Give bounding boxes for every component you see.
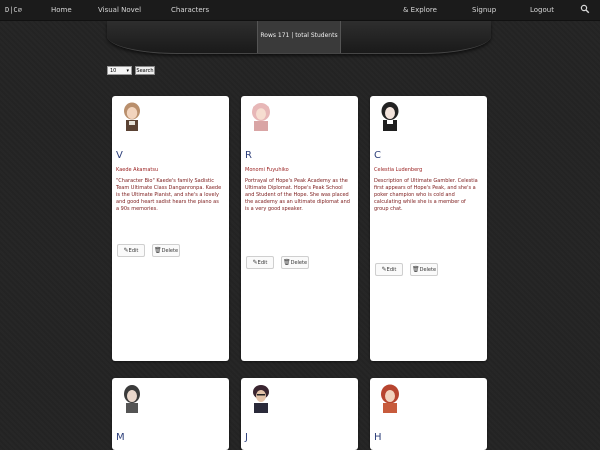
character-initial: R — [245, 150, 252, 161]
character-avatar — [253, 385, 269, 413]
character-avatar — [124, 385, 140, 413]
character-avatar — [381, 102, 399, 131]
nav-explore[interactable]: & Explore — [403, 5, 437, 15]
edit-label: Edit — [386, 267, 397, 273]
character-card: V Kaede Akamatsu "Character Bio" Kaede's… — [112, 96, 229, 361]
chevron-down-icon: ▾ — [126, 68, 129, 74]
character-initial: H — [374, 432, 382, 443]
trash-icon: 🗑 — [153, 247, 162, 254]
character-card: M — [112, 378, 229, 450]
character-name[interactable]: Monomi Fuyuhiko — [245, 167, 289, 173]
character-card: C Celestia Ludenberg Description of Ulti… — [370, 96, 487, 361]
brand-logo[interactable]: D|C∅ — [5, 5, 22, 15]
character-description: "Character Bio" Kaede's family Sadistic … — [116, 178, 222, 212]
delete-button[interactable]: 🗑Delete — [410, 263, 438, 276]
page-size-select[interactable]: 10 ▾ — [107, 66, 132, 75]
character-avatar — [252, 103, 270, 131]
banner-title: Rows 171 | total Students — [260, 32, 338, 39]
nav-home[interactable]: Home — [51, 5, 72, 15]
character-avatar — [124, 102, 140, 131]
edit-button[interactable]: ✎Edit — [375, 263, 403, 276]
character-card: R Monomi Fuyuhiko Portrayal of Hope's Pe… — [241, 96, 358, 361]
character-initial: C — [374, 150, 381, 161]
top-nav: D|C∅ Home Visual Novel Characters & Expl… — [0, 0, 600, 21]
search-button[interactable]: Search — [135, 66, 155, 75]
banner-title-box: Rows 171 | total Students — [257, 21, 341, 53]
delete-label: Delete — [161, 248, 179, 254]
page-size-value: 10 — [110, 68, 117, 74]
edit-button[interactable]: ✎Edit — [117, 244, 145, 257]
nav-characters[interactable]: Characters — [171, 5, 209, 15]
nav-signup[interactable]: Signup — [472, 5, 496, 15]
delete-label: Delete — [290, 260, 308, 266]
edit-label: Edit — [257, 260, 268, 266]
character-name[interactable]: Celestia Ludenberg — [374, 167, 422, 173]
character-avatar — [381, 384, 399, 413]
nav-visual-novel[interactable]: Visual Novel — [98, 5, 141, 15]
delete-label: Delete — [419, 267, 437, 273]
header-banner: Rows 171 | total Students — [107, 21, 491, 54]
delete-button[interactable]: 🗑Delete — [281, 256, 309, 269]
trash-icon: 🗑 — [282, 259, 291, 266]
delete-button[interactable]: 🗑Delete — [152, 244, 180, 257]
character-name[interactable]: Kaede Akamatsu — [116, 167, 158, 173]
character-initial: M — [116, 432, 125, 443]
character-description: Portrayal of Hope's Peak Academy as the … — [245, 178, 350, 212]
edit-button[interactable]: ✎Edit — [246, 256, 274, 269]
nav-logout[interactable]: Logout — [530, 5, 554, 15]
character-initial: J — [245, 432, 248, 443]
edit-label: Edit — [128, 248, 139, 254]
character-initial: V — [116, 150, 123, 161]
character-description: Description of Ultimate Gambler. Celesti… — [374, 178, 478, 212]
character-card: J — [241, 378, 358, 450]
search-icon[interactable] — [580, 4, 590, 14]
trash-icon: 🗑 — [411, 266, 420, 273]
character-card: H — [370, 378, 487, 450]
